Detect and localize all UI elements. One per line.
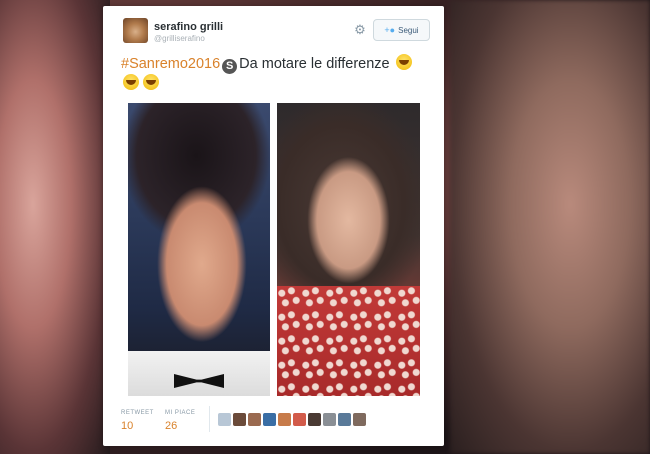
photo-right[interactable] [277, 103, 420, 396]
liker-avatar[interactable] [218, 413, 231, 426]
liker-avatar[interactable] [353, 413, 366, 426]
blurred-background-right [450, 0, 650, 454]
person-add-icon: +● [384, 25, 396, 35]
grinning-sweat-emoji-icon [123, 74, 139, 90]
follow-button[interactable]: +● Segui [373, 19, 430, 41]
likes-count[interactable]: 26 [165, 420, 177, 432]
liker-avatar[interactable] [338, 413, 351, 426]
polka-dot-shirt [277, 286, 420, 396]
stats-divider [209, 406, 210, 432]
avatar[interactable] [123, 18, 148, 43]
liker-avatar[interactable] [278, 413, 291, 426]
follow-label: Segui [398, 25, 419, 35]
tweet-card: serafino grilli @grilliserafino ⚙ +● Seg… [103, 6, 444, 446]
liker-avatar[interactable] [263, 413, 276, 426]
user-name[interactable]: serafino grilli [154, 21, 223, 33]
liker-avatar[interactable] [293, 413, 306, 426]
tweet-text: #Sanremo2016 S Da motare le differenze [121, 54, 426, 94]
s-badge-icon: S [222, 59, 238, 74]
liker-avatar[interactable] [248, 413, 261, 426]
tweet-body: Da motare le differenze [239, 56, 390, 72]
hashtag-link[interactable]: #Sanremo2016 [121, 56, 220, 72]
user-handle[interactable]: @grilliserafino [154, 34, 205, 43]
shirt-collar [128, 351, 270, 396]
retweet-count[interactable]: 10 [121, 420, 133, 432]
photo-left[interactable] [128, 103, 270, 396]
retweet-label: RETWEET [121, 410, 154, 416]
grinning-sweat-emoji-icon [395, 54, 412, 70]
gear-icon[interactable]: ⚙ [353, 23, 367, 37]
likes-label: MI PIACE [165, 410, 196, 416]
liker-avatar[interactable] [323, 413, 336, 426]
grinning-sweat-emoji-icon [143, 74, 159, 90]
likers-avatars [218, 413, 366, 426]
liker-avatar[interactable] [308, 413, 321, 426]
liker-avatar[interactable] [233, 413, 246, 426]
blurred-background-left [0, 0, 110, 454]
